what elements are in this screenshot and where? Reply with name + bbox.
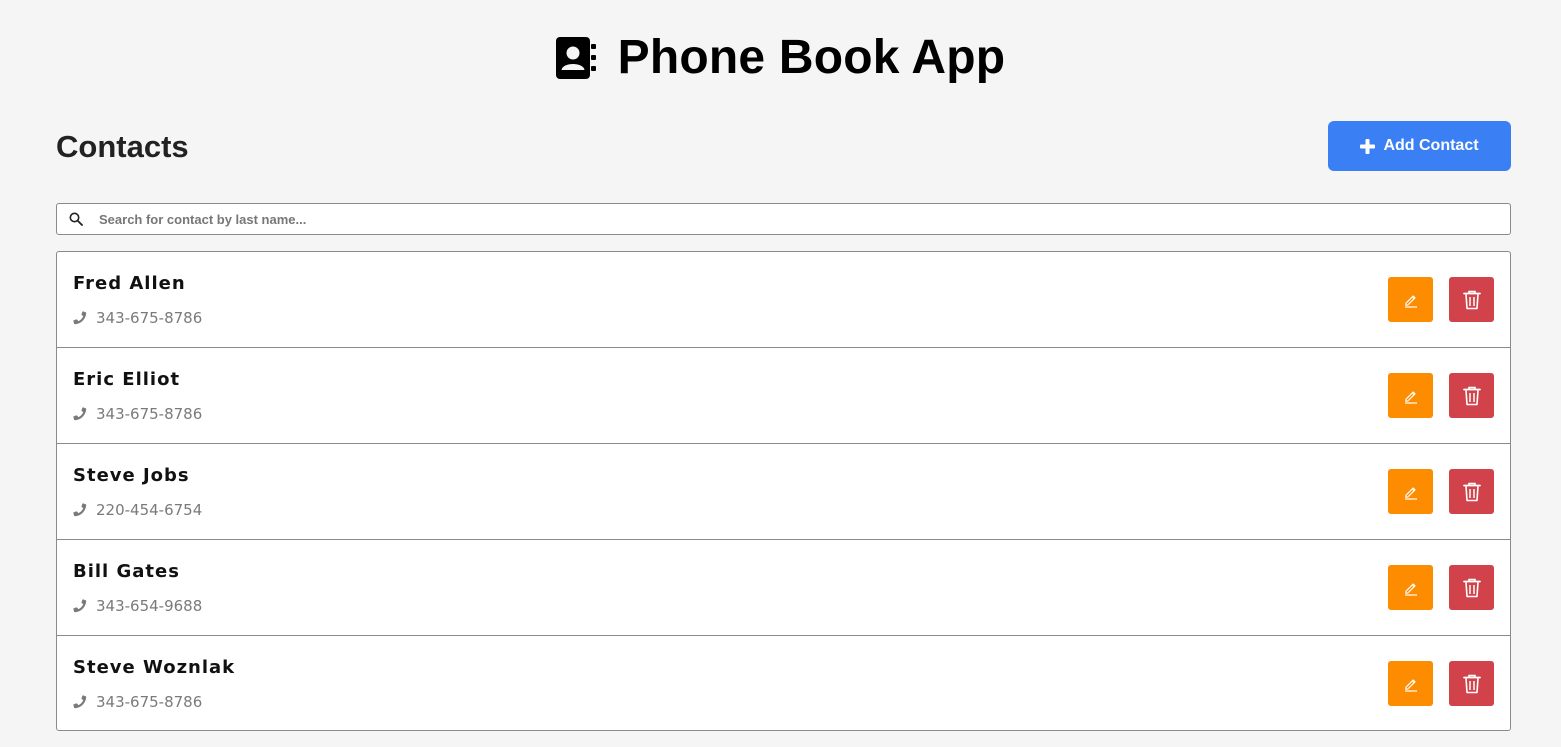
trash-icon: [1462, 674, 1481, 693]
contact-phone: 343-675-8786: [73, 309, 202, 327]
edit-contact-button[interactable]: [1388, 277, 1433, 322]
trash-icon: [1462, 482, 1481, 501]
delete-contact-button[interactable]: [1449, 661, 1494, 706]
contact-row: Bill Gates 343-654-9688: [57, 540, 1510, 636]
phone-icon: [73, 503, 87, 517]
search-bar: [56, 203, 1511, 235]
contact-row: Steve Jobs 220-454-6754: [57, 444, 1510, 540]
pencil-icon: [1404, 486, 1417, 500]
pencil-icon: [1404, 678, 1417, 692]
phone-icon: [73, 407, 87, 421]
edit-contact-button[interactable]: [1388, 373, 1433, 418]
contact-phone-number: 343-654-9688: [96, 597, 203, 615]
phone-icon: [73, 695, 87, 709]
contact-phone-number: 343-675-8786: [96, 693, 203, 711]
edit-contact-button[interactable]: [1388, 661, 1433, 706]
trash-icon: [1462, 578, 1481, 597]
app-header: Phone Book App: [0, 28, 1561, 88]
trash-icon: [1462, 386, 1481, 405]
contact-name: Fred Allen: [73, 273, 186, 294]
contact-phone: 343-654-9688: [73, 597, 202, 615]
search-icon: [69, 212, 83, 226]
delete-contact-button[interactable]: [1449, 469, 1494, 514]
contact-phone-number: 220-454-6754: [96, 501, 203, 519]
address-book-icon: [555, 37, 596, 79]
contact-phone: 220-454-6754: [73, 501, 202, 519]
search-input[interactable]: [97, 205, 1510, 233]
contact-phone-number: 343-675-8786: [96, 405, 203, 423]
app-title: Phone Book App: [617, 31, 1006, 84]
trash-icon: [1462, 290, 1481, 309]
phone-icon: [73, 599, 87, 613]
contact-phone-number: 343-675-8786: [96, 309, 203, 327]
pencil-icon: [1404, 390, 1417, 404]
add-contact-label: Add Contact: [1383, 137, 1479, 154]
add-contact-button[interactable]: Add Contact: [1328, 121, 1511, 171]
pencil-icon: [1404, 294, 1417, 308]
contact-row: Eric Elliot 343-675-8786: [57, 348, 1510, 444]
delete-contact-button[interactable]: [1449, 373, 1494, 418]
edit-contact-button[interactable]: [1388, 469, 1433, 514]
contact-row: Steve Woznlak 343-675-8786: [57, 636, 1510, 730]
contact-name: Bill Gates: [73, 561, 180, 582]
edit-contact-button[interactable]: [1388, 565, 1433, 610]
contact-name: Steve Woznlak: [73, 657, 236, 678]
contact-row: Fred Allen 343-675-8786: [57, 252, 1510, 348]
contact-phone: 343-675-8786: [73, 693, 202, 711]
contact-name: Eric Elliot: [73, 369, 181, 390]
delete-contact-button[interactable]: [1449, 277, 1494, 322]
pencil-icon: [1404, 582, 1417, 596]
plus-icon: [1360, 138, 1376, 154]
delete-contact-button[interactable]: [1449, 565, 1494, 610]
contact-phone: 343-675-8786: [73, 405, 202, 423]
contact-name: Steve Jobs: [73, 465, 190, 486]
contact-list: Fred Allen 343-675-8786 Eric Elliot 343-…: [56, 251, 1511, 731]
contacts-heading: Contacts: [56, 129, 189, 164]
phone-icon: [73, 311, 87, 325]
